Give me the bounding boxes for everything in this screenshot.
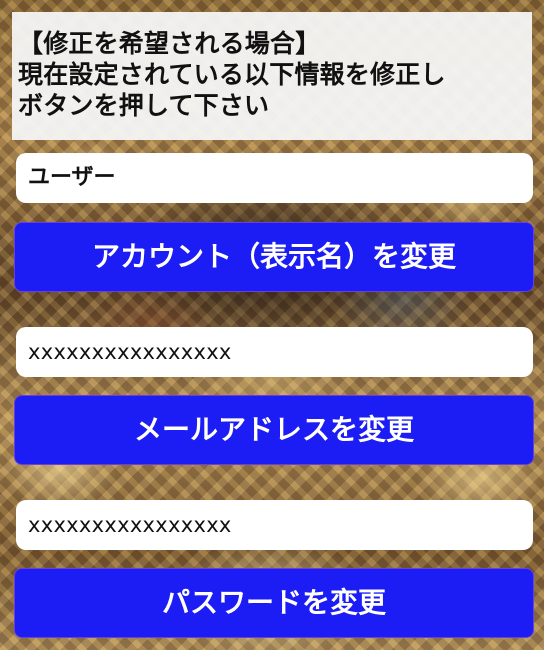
notice-text-line-1: 現在設定されている以下情報を修正し [18,60,446,89]
email-field[interactable]: xxxxxxxxxxxxxxxx [16,327,533,377]
change-password-button[interactable]: パスワードを変更 [14,568,534,638]
account-name-field[interactable]: ユーザー [16,153,533,203]
change-account-button[interactable]: アカウント（表示名）を変更 [14,222,534,292]
change-email-button[interactable]: メールアドレスを変更 [14,395,534,465]
notice-heading: 【修正を希望される場合】 [18,29,321,58]
password-field[interactable]: xxxxxxxxxxxxxxxx [16,500,533,550]
instruction-notice: 【修正を希望される場合】 現在設定されている以下情報を修正し ボタンを押して下さ… [12,12,532,140]
notice-text-line-2: ボタンを押して下さい [18,91,270,120]
